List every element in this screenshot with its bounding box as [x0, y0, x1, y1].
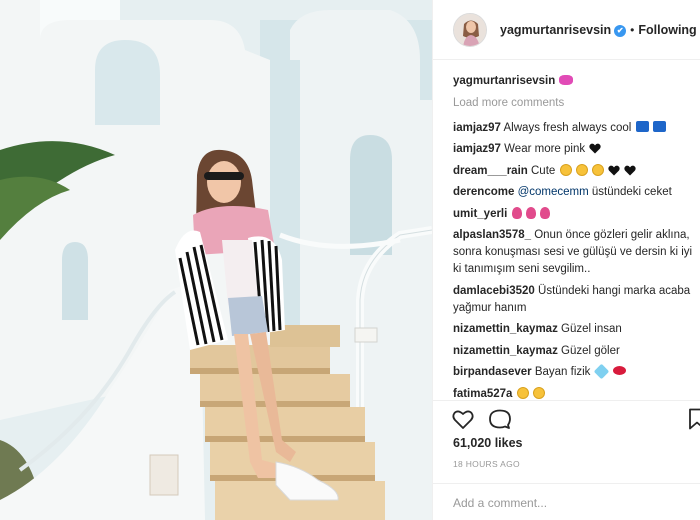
comment-username[interactable]: damlacebi3520 — [453, 285, 535, 297]
post-timestamp[interactable]: 18 HOURS AGO — [453, 459, 520, 469]
comment-text: Güzel insan — [561, 323, 622, 335]
caption-username[interactable]: yagmurtanrisevsin — [453, 75, 555, 87]
black-heart-emoji-icon — [624, 165, 636, 175]
cool-button-emoji-icon — [635, 120, 649, 132]
cool-button-emoji-icon — [652, 120, 666, 132]
lips-emoji-icon — [612, 366, 626, 375]
comment-username[interactable]: alpaslan3578_ — [453, 229, 531, 241]
comment-text: Güzel göler — [561, 344, 620, 357]
speech-bubble-icon[interactable] — [488, 407, 512, 431]
comment-row: alpaslan3578_ Onun önce gözleri gelir ak… — [453, 227, 693, 278]
black-heart-emoji-icon — [589, 143, 601, 154]
add-comment-bar — [433, 483, 700, 520]
heart-outline-icon[interactable] — [451, 407, 475, 431]
post-actions: 61,020 likes 18 HOURS AGO — [433, 400, 700, 520]
comment-row: iamjaz97 Wear more pink — [453, 141, 693, 158]
comment-username[interactable]: iamjaz97 — [453, 143, 501, 155]
smiling-face-emoji-icon — [575, 163, 588, 176]
comments-list: yagmurtanrisevsin Load more comments iam… — [453, 73, 693, 407]
heart-eyes-face-emoji-icon — [559, 163, 572, 176]
post-side-panel: yagmurtanrisevsin ✔ • Following yagmurtan… — [432, 0, 700, 520]
post-photo[interactable] — [0, 0, 432, 520]
comment-username[interactable]: dream___rain — [453, 165, 528, 177]
comment-mention-link[interactable]: @comecemm — [518, 186, 589, 198]
ribbon-emoji-icon — [559, 75, 574, 85]
comment-username[interactable]: fatima527a — [453, 388, 512, 400]
following-button[interactable]: Following — [638, 23, 696, 37]
photo-scene — [0, 0, 432, 520]
comment-text: Cute — [531, 164, 556, 177]
gem-emoji-icon — [593, 363, 609, 380]
smiling-face-emoji-icon — [591, 163, 604, 176]
comment-row: dream___rain Cute — [453, 163, 693, 180]
avatar-image — [454, 13, 486, 46]
tulip-emoji-icon — [539, 206, 550, 219]
comment-username[interactable]: nizamettin_kaymaz — [453, 323, 558, 335]
heart-eyes-face-emoji-icon — [516, 386, 529, 399]
avatar[interactable] — [453, 12, 487, 47]
black-heart-emoji-icon — [608, 165, 620, 175]
verified-badge-icon: ✔ — [614, 24, 627, 37]
comment-username[interactable]: nizamettin_kaymaz — [453, 345, 558, 357]
add-comment-input[interactable] — [453, 495, 683, 510]
heart-eyes-face-emoji-icon — [532, 386, 545, 399]
comment-text: Wear more pink — [504, 143, 586, 155]
comment-row: damlacebi3520 Üstündeki hangi marka acab… — [453, 283, 693, 317]
post-header: yagmurtanrisevsin ✔ • Following — [433, 0, 700, 60]
comment-text: Always fresh always cool — [503, 121, 632, 134]
comment-text: üstündeki ceket — [591, 186, 672, 198]
tulip-emoji-icon — [525, 206, 536, 219]
header-username-text[interactable]: yagmurtanrisevsin — [500, 23, 611, 37]
comment-row: nizamettin_kaymaz Güzel göler — [453, 343, 693, 360]
comment-row: nizamettin_kaymaz Güzel insan — [453, 321, 693, 338]
caption-row: yagmurtanrisevsin — [453, 73, 693, 90]
comment-row: iamjaz97 Always fresh always cool — [453, 120, 693, 137]
tulip-emoji-icon — [511, 206, 522, 219]
comment-username[interactable]: birpandasever — [453, 366, 532, 378]
load-more-comments-button[interactable]: Load more comments — [453, 95, 693, 112]
comment-row: umit_yerli — [453, 206, 693, 223]
comment-username[interactable]: derencome — [453, 186, 514, 198]
comment-username[interactable]: iamjaz97 — [453, 122, 501, 134]
comment-username[interactable]: umit_yerli — [453, 208, 507, 220]
comment-row: birpandasever Bayan fizik — [453, 363, 693, 381]
header-username[interactable]: yagmurtanrisevsin ✔ — [500, 23, 627, 37]
likes-count[interactable]: 61,020 likes — [453, 436, 523, 450]
comment-row: derencome @comecemm üstündeki ceket — [453, 184, 693, 201]
separator-dot: • — [630, 22, 635, 37]
comment-text: Bayan fizik — [534, 366, 591, 378]
bookmark-icon[interactable] — [685, 407, 700, 431]
